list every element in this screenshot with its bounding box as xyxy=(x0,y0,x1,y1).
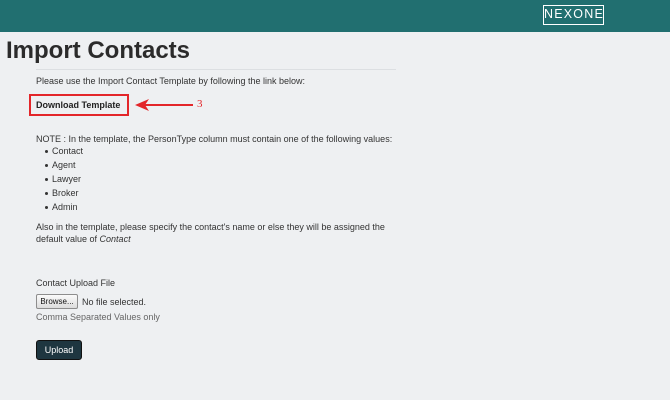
page-title: Import Contacts xyxy=(6,37,191,64)
nexone-logo[interactable]: NEXONE xyxy=(543,5,604,25)
default-name-note: Also in the template, please specify the… xyxy=(36,221,406,245)
list-item: Broker xyxy=(36,188,83,202)
intro-text: Please use the Import Contact Template b… xyxy=(36,76,305,86)
download-template-link[interactable]: Download Template xyxy=(36,100,120,110)
bullet-icon xyxy=(45,178,48,181)
annotation-arrow-icon xyxy=(135,99,193,111)
browse-button[interactable]: Browse... xyxy=(36,294,78,309)
list-item-label: Lawyer xyxy=(52,174,82,184)
upload-field-label: Contact Upload File xyxy=(36,278,116,288)
upload-button[interactable]: Upload xyxy=(36,340,82,360)
annotation-step-number: 3 xyxy=(197,98,203,110)
file-type-hint: Comma Separated Values only xyxy=(36,312,160,322)
list-item: Contact xyxy=(36,146,83,160)
bullet-icon xyxy=(45,192,48,195)
list-item-label: Broker xyxy=(52,188,79,198)
list-item-label: Admin xyxy=(52,202,78,212)
top-bar: NEXONE xyxy=(0,0,670,32)
list-item: Admin xyxy=(36,202,83,216)
list-item: Lawyer xyxy=(36,174,83,188)
bullet-icon xyxy=(45,150,48,153)
bullet-icon xyxy=(45,164,48,167)
default-name-text: Also in the template, please specify the… xyxy=(36,222,385,244)
list-item-label: Agent xyxy=(52,160,76,170)
title-divider xyxy=(36,69,396,70)
list-item: Agent xyxy=(36,160,83,174)
file-status: No file selected. xyxy=(82,297,147,307)
list-item-label: Contact xyxy=(52,146,84,156)
persontype-note: NOTE : In the template, the PersonType c… xyxy=(36,134,393,144)
bullet-icon xyxy=(45,206,48,209)
default-value: Contact xyxy=(99,234,131,244)
persontype-list: Contact Agent Lawyer Broker Admin xyxy=(36,146,83,216)
